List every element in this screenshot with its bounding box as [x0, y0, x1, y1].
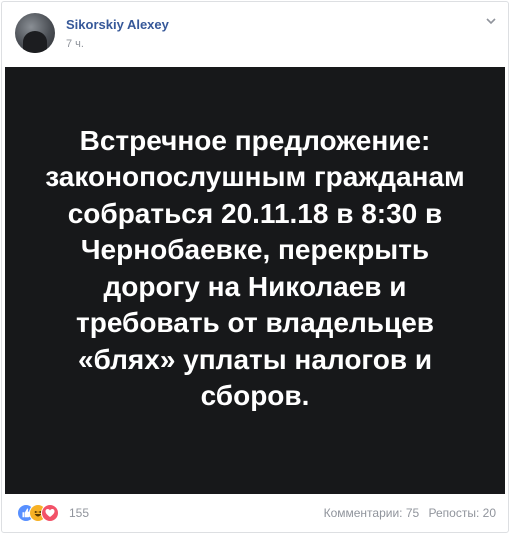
shares-count-link[interactable]: Репосты: 20: [429, 506, 496, 520]
post-card: Sikorskiy Alexey 7 ч. Встречное предложе…: [1, 1, 509, 533]
comments-count-link[interactable]: Комментарии: 75: [324, 506, 420, 520]
post-timestamp[interactable]: 7 ч.: [66, 38, 84, 50]
post-stats: Комментарии: 75 Репосты: 20: [324, 506, 496, 520]
author-avatar[interactable]: [15, 13, 55, 53]
post-footer: 155 Комментарии: 75 Репосты: 20: [2, 499, 508, 529]
love-icon: [41, 504, 59, 522]
author-name-link[interactable]: Sikorskiy Alexey: [66, 17, 169, 32]
reaction-count[interactable]: 155: [69, 506, 89, 520]
image-text: Встречное предложение: законопослушным г…: [45, 124, 465, 412]
chevron-down-icon[interactable]: [484, 14, 498, 28]
post-image[interactable]: Встречное предложение: законопослушным г…: [5, 67, 505, 494]
